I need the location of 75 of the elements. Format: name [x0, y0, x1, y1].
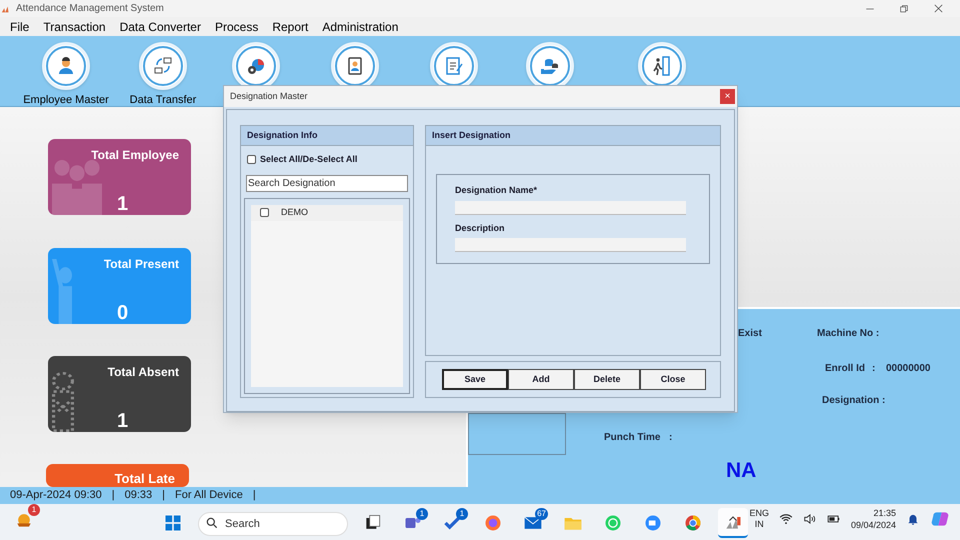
- panel-header: Designation Info: [241, 126, 413, 146]
- card-title: Total Absent: [108, 364, 179, 381]
- chrome-icon: [683, 513, 703, 533]
- clock-date[interactable]: 09/04/2024: [850, 519, 896, 531]
- person-silhouette-icon: [52, 372, 74, 432]
- info-label: Machine No :: [817, 327, 880, 341]
- status-text: For All Device: [174, 488, 243, 504]
- status-separator: |: [252, 488, 256, 504]
- status-text: 09:33: [124, 488, 152, 504]
- dialog-title: Designation Master: [230, 90, 308, 103]
- close-button[interactable]: ×: [720, 89, 735, 104]
- info-label: :: [872, 362, 876, 376]
- notification-badge: 67: [535, 508, 548, 520]
- input-field[interactable]: [455, 238, 686, 252]
- firefox-icon: [483, 513, 503, 533]
- info-value: 00000000: [886, 362, 930, 376]
- wifi-icon[interactable]: [778, 512, 793, 526]
- input-field[interactable]: [455, 200, 686, 214]
- notification-badge: 1: [28, 504, 40, 516]
- dialog-button[interactable]: Save: [442, 369, 508, 390]
- card-count: 1: [117, 409, 128, 432]
- window-title: Attendance Management System: [16, 2, 164, 16]
- card-title: Total Late: [114, 470, 175, 487]
- info-label: Exist: [738, 327, 762, 341]
- list-item[interactable]: DEMO: [251, 204, 403, 220]
- menu-item[interactable]: Administration: [322, 18, 398, 36]
- menu-item[interactable]: Process: [214, 18, 258, 36]
- field-label: Description: [455, 222, 506, 235]
- menu-item[interactable]: Transaction: [43, 18, 106, 36]
- info-label: Designation :: [822, 394, 886, 408]
- status-separator: |: [112, 488, 115, 504]
- speaker-icon[interactable]: [802, 512, 817, 526]
- card-count: 0: [117, 301, 128, 324]
- toolbar-label: Data Transfer: [130, 93, 196, 108]
- menu-item[interactable]: Report: [272, 18, 308, 36]
- language-text[interactable]: ENG: [749, 508, 769, 519]
- clock-time[interactable]: 21:35: [873, 507, 896, 519]
- taskbar-button[interactable]: 1: [398, 508, 428, 538]
- windows-icon: [163, 513, 183, 533]
- card-title: Total Employee: [91, 147, 179, 164]
- notification-badge: 1: [456, 508, 468, 520]
- notification-badge: 1: [416, 508, 428, 520]
- taskbar-button[interactable]: 67: [518, 508, 548, 538]
- close-icon[interactable]: [933, 3, 944, 14]
- taskbar-button[interactable]: 1: [438, 508, 468, 538]
- person-silhouette-icon: [52, 160, 102, 215]
- dialog-button[interactable]: Close: [640, 369, 706, 390]
- panel-header: Insert Designation: [426, 126, 720, 146]
- whatsapp-icon: [603, 513, 623, 533]
- checkbox[interactable]: [260, 208, 269, 217]
- dialog-button[interactable]: Add: [508, 369, 574, 390]
- info-label: Enroll Id: [825, 362, 865, 376]
- menu-item[interactable]: Data Converter: [120, 18, 201, 36]
- card-title: Total Present: [104, 256, 179, 273]
- toolbar-label: Employee Master: [23, 93, 109, 108]
- field-label: Designation Name*: [455, 184, 538, 197]
- checkbox[interactable]: [247, 155, 256, 164]
- region-text[interactable]: IN: [754, 519, 764, 530]
- bell-icon[interactable]: [906, 512, 920, 526]
- checkbox-label: Select All/De-Select All: [260, 153, 358, 166]
- item-label: DEMO: [281, 206, 308, 219]
- search-icon: [205, 516, 219, 530]
- menu-item[interactable]: File: [10, 18, 30, 36]
- info-label: :: [669, 431, 672, 445]
- restore-icon[interactable]: [899, 4, 909, 14]
- card-count: 1: [117, 192, 128, 215]
- toolbar-button[interactable]: [139, 42, 187, 90]
- zoom-icon: [643, 513, 663, 533]
- status-separator: |: [162, 488, 165, 504]
- dialog-button[interactable]: Delete: [574, 369, 640, 390]
- person-silhouette-icon: [52, 259, 72, 324]
- info-label: Punch Time: [604, 431, 660, 445]
- status-text: 09-Apr-2024 09:30: [10, 488, 102, 504]
- search-field[interactable]: Search Designation: [246, 174, 408, 192]
- status-value: NA: [726, 458, 756, 484]
